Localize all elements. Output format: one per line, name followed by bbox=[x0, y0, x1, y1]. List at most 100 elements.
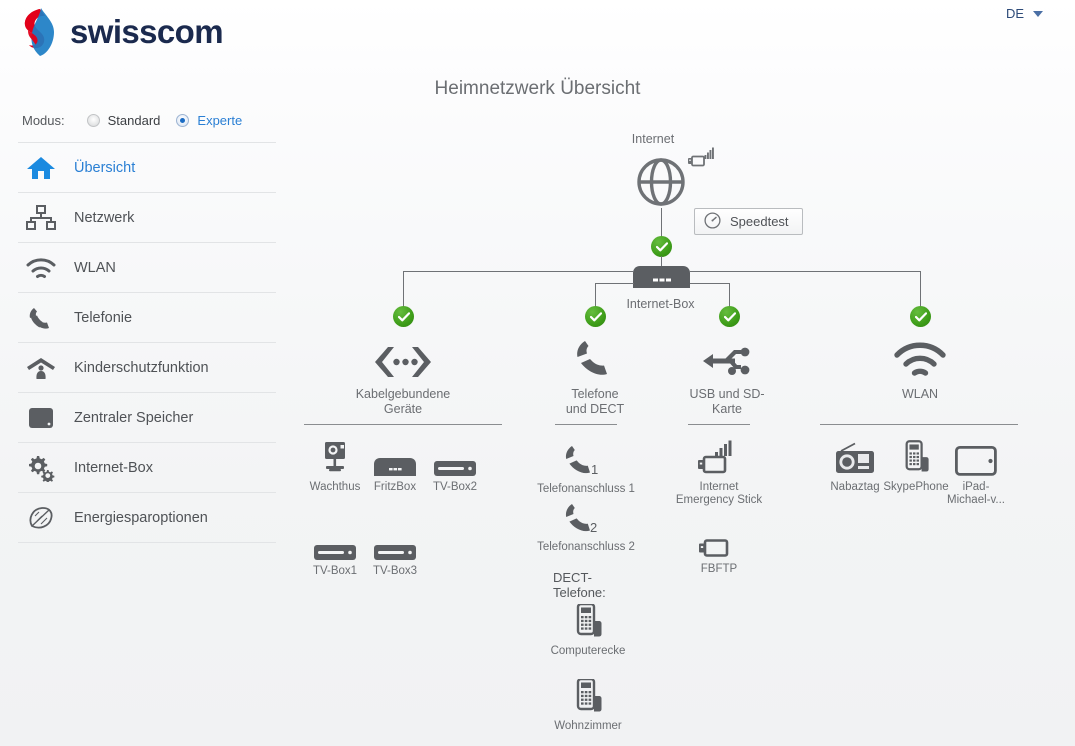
status-badge-usb bbox=[719, 306, 740, 327]
tablet-icon bbox=[938, 436, 1014, 476]
app-root: swisscom DE Modus: Standard Experte Über… bbox=[0, 0, 1075, 746]
device-computerecke-label: Computerecke bbox=[550, 645, 626, 657]
mode-switch: Modus: Standard Experte bbox=[22, 113, 258, 128]
device-wohnzimmer-label: Wohnzimmer bbox=[554, 720, 622, 732]
ethernet-arrows-icon bbox=[318, 332, 488, 378]
brand-logo: swisscom bbox=[14, 6, 224, 58]
radio-experte[interactable] bbox=[176, 114, 190, 127]
svg-text:2: 2 bbox=[590, 520, 597, 535]
device-tv-box2[interactable]: TV-Box2 bbox=[417, 436, 493, 494]
wifi-icon bbox=[18, 251, 64, 285]
status-badge-phone bbox=[585, 306, 606, 327]
sidebar-item-uebersicht[interactable]: Übersicht bbox=[18, 142, 276, 193]
device-tv-box2-label: TV-Box2 bbox=[432, 481, 478, 493]
radio-standard[interactable] bbox=[86, 114, 100, 127]
sidebar-item-netzwerk[interactable]: Netzwerk bbox=[18, 193, 276, 243]
category-wlan[interactable]: WLAN bbox=[835, 332, 1005, 402]
dect-phone-icon bbox=[550, 675, 626, 715]
speedometer-icon bbox=[704, 211, 721, 232]
network-diagram: Internet Speedtest Internet-Box Kabelgeb… bbox=[290, 0, 1075, 746]
mode-label: Modus: bbox=[22, 113, 65, 128]
sidebar-item-energiesparoptionen[interactable]: Energiesparoptionen bbox=[18, 493, 276, 543]
mode-option-experte[interactable]: Experte bbox=[176, 113, 242, 128]
category-usb[interactable]: USB und SD- Karte bbox=[642, 332, 812, 417]
dect-section-heading: DECT-Telefone: bbox=[553, 570, 606, 600]
home-icon bbox=[18, 151, 64, 185]
speedtest-label: Speedtest bbox=[730, 214, 789, 229]
status-badge-wlan bbox=[910, 306, 931, 327]
router-label: Internet-Box bbox=[626, 297, 695, 311]
parental-control-icon bbox=[18, 351, 64, 385]
phone-handset-icon bbox=[18, 301, 64, 335]
mode-option-experte-label: Experte bbox=[197, 113, 243, 128]
swisscom-lifeform-logo bbox=[24, 8, 54, 56]
leaf-icon bbox=[18, 501, 64, 535]
device-telefonanschluss-1[interactable]: 1 Telefonanschluss 1 bbox=[518, 438, 654, 496]
sidebar-item-telefonie-label: Telefonie bbox=[74, 309, 133, 326]
wifi-icon bbox=[835, 332, 1005, 378]
sidebar-item-wlan[interactable]: WLAN bbox=[18, 243, 276, 293]
usb-signal-icon bbox=[667, 436, 771, 476]
device-fbftp-label: FBFTP bbox=[700, 563, 738, 575]
sidebar-item-kinderschutzfunktion[interactable]: Kinderschutzfunktion bbox=[18, 343, 276, 393]
tvbox-icon bbox=[417, 436, 493, 476]
globe-icon bbox=[636, 158, 686, 211]
connector-bus-left-outer bbox=[403, 271, 633, 272]
svg-text:1: 1 bbox=[591, 462, 598, 477]
brand-name: swisscom bbox=[70, 13, 224, 50]
speedtest-button[interactable]: Speedtest bbox=[694, 208, 803, 235]
connector-drop-wired bbox=[403, 271, 404, 311]
category-usb-rule bbox=[688, 424, 750, 425]
usb-icon bbox=[642, 332, 812, 378]
sidebar-item-zentraler-speicher[interactable]: Zentraler Speicher bbox=[18, 393, 276, 443]
device-telefonanschluss-2-label: Telefonanschluss 2 bbox=[537, 541, 635, 553]
category-wlan-rule bbox=[820, 424, 1018, 425]
device-wohnzimmer[interactable]: Wohnzimmer bbox=[550, 675, 626, 733]
router-icon bbox=[633, 266, 690, 293]
mode-option-standard[interactable]: Standard bbox=[86, 113, 161, 128]
device-tv-box3-label: TV-Box3 bbox=[372, 565, 418, 577]
category-phone-rule bbox=[555, 424, 617, 425]
device-computerecke[interactable]: Computerecke bbox=[550, 600, 626, 658]
usb-signal-icon bbox=[688, 147, 714, 174]
sidebar-item-kinderschutzfunktion-label: Kinderschutzfunktion bbox=[74, 359, 209, 376]
gears-icon bbox=[18, 451, 64, 485]
device-ipad-michael-label: iPad- Michael-v... bbox=[947, 481, 1005, 506]
sidebar-item-uebersicht-label: Übersicht bbox=[74, 159, 136, 176]
connector-bus-right-outer bbox=[690, 271, 920, 272]
internet-label: Internet bbox=[631, 132, 675, 146]
category-wired-rule bbox=[304, 424, 502, 425]
usb-stick-icon bbox=[681, 518, 757, 558]
mode-option-standard-label: Standard bbox=[107, 113, 161, 128]
connector-bus-left-inner bbox=[595, 283, 634, 284]
device-internet-emergency-stick-label: Internet Emergency Stick bbox=[675, 481, 763, 506]
phone-port-2-icon: 2 bbox=[518, 496, 654, 536]
sidebar-item-telefonie[interactable]: Telefonie bbox=[18, 293, 276, 343]
device-telefonanschluss-2[interactable]: 2 Telefonanschluss 2 bbox=[518, 496, 654, 554]
sidebar-item-zentraler-speicher-label: Zentraler Speicher bbox=[74, 409, 194, 426]
device-fbftp[interactable]: FBFTP bbox=[681, 518, 757, 576]
sidebar-item-netzwerk-label: Netzwerk bbox=[74, 209, 135, 226]
phone-port-1-icon: 1 bbox=[518, 438, 654, 478]
status-badge-internet bbox=[651, 236, 672, 257]
category-usb-label: USB und SD- Karte bbox=[689, 387, 765, 416]
tvbox-icon bbox=[357, 520, 433, 560]
device-internet-emergency-stick[interactable]: Internet Emergency Stick bbox=[667, 436, 771, 507]
connector-bus-right-inner bbox=[690, 283, 729, 284]
connector-drop-wlan bbox=[920, 271, 921, 311]
sidebar-item-energiesparoptionen-label: Energiesparoptionen bbox=[74, 509, 208, 526]
device-tv-box3[interactable]: TV-Box3 bbox=[357, 520, 433, 578]
sidebar-item-wlan-label: WLAN bbox=[74, 259, 116, 276]
status-badge-wired bbox=[393, 306, 414, 327]
dect-phone-icon bbox=[550, 600, 626, 640]
category-wired[interactable]: Kabelgebundene Geräte bbox=[318, 332, 488, 417]
storage-icon bbox=[18, 401, 64, 435]
sidebar-nav: Übersicht Netzwerk WLAN Telefonie Kinder… bbox=[18, 142, 276, 543]
device-telefonanschluss-1-label: Telefonanschluss 1 bbox=[537, 483, 635, 495]
network-icon bbox=[18, 201, 64, 235]
device-ipad-michael[interactable]: iPad- Michael-v... bbox=[938, 436, 1014, 507]
sidebar-item-internet-box[interactable]: Internet-Box bbox=[18, 443, 276, 493]
category-wired-label: Kabelgebundene Geräte bbox=[355, 387, 451, 416]
category-wlan-label: WLAN bbox=[901, 387, 939, 401]
sidebar-item-internet-box-label: Internet-Box bbox=[74, 459, 153, 476]
